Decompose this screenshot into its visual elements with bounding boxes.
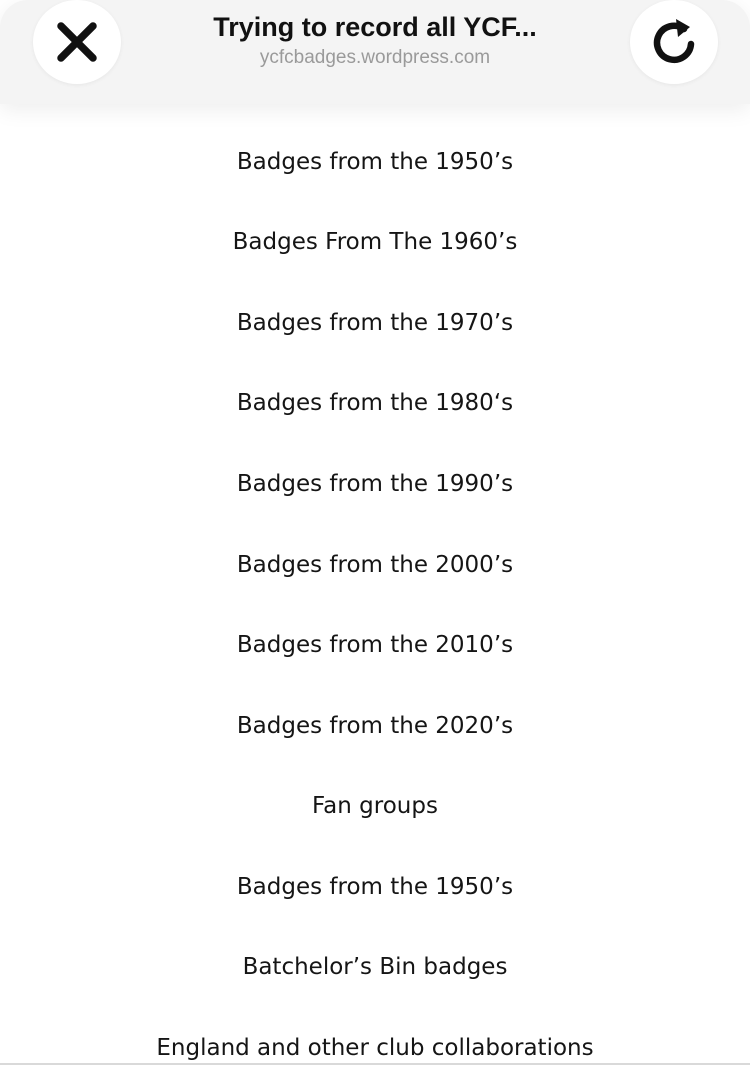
menu-item[interactable]: Badges from the 2010’s [0,629,750,661]
menu-item[interactable]: Badges from the 2000’s [0,549,750,581]
menu-item[interactable]: Badges from the 1950’s [0,871,750,903]
browser-header: Trying to record all YCF... ycfcbadges.w… [0,0,750,104]
menu-item[interactable]: Badges from the 1990’s [0,468,750,500]
page-title-block: Trying to record all YCF... ycfcbadges.w… [150,10,600,70]
menu-item[interactable]: Badges From The 1960’s [0,226,750,258]
menu-item[interactable]: Badges from the 1980‘s [0,387,750,419]
close-icon [57,22,97,62]
reload-button[interactable] [630,0,718,84]
menu-item[interactable]: Batchelor’s Bin badges [0,951,750,983]
menu-item[interactable]: England and other club collaborations [0,1032,750,1064]
menu-item[interactable]: Badges from the 1970’s [0,307,750,339]
menu-item[interactable]: Fan groups [0,790,750,822]
reload-icon [653,19,695,63]
page-title: Trying to record all YCF... [213,12,537,42]
bottom-divider [0,1063,750,1065]
close-button[interactable] [33,0,121,84]
page-domain: ycfcbadges.wordpress.com [259,47,491,68]
menu-item[interactable]: Badges from the 1950’s [0,146,750,178]
menu-item[interactable]: Badges from the 2020’s [0,710,750,742]
